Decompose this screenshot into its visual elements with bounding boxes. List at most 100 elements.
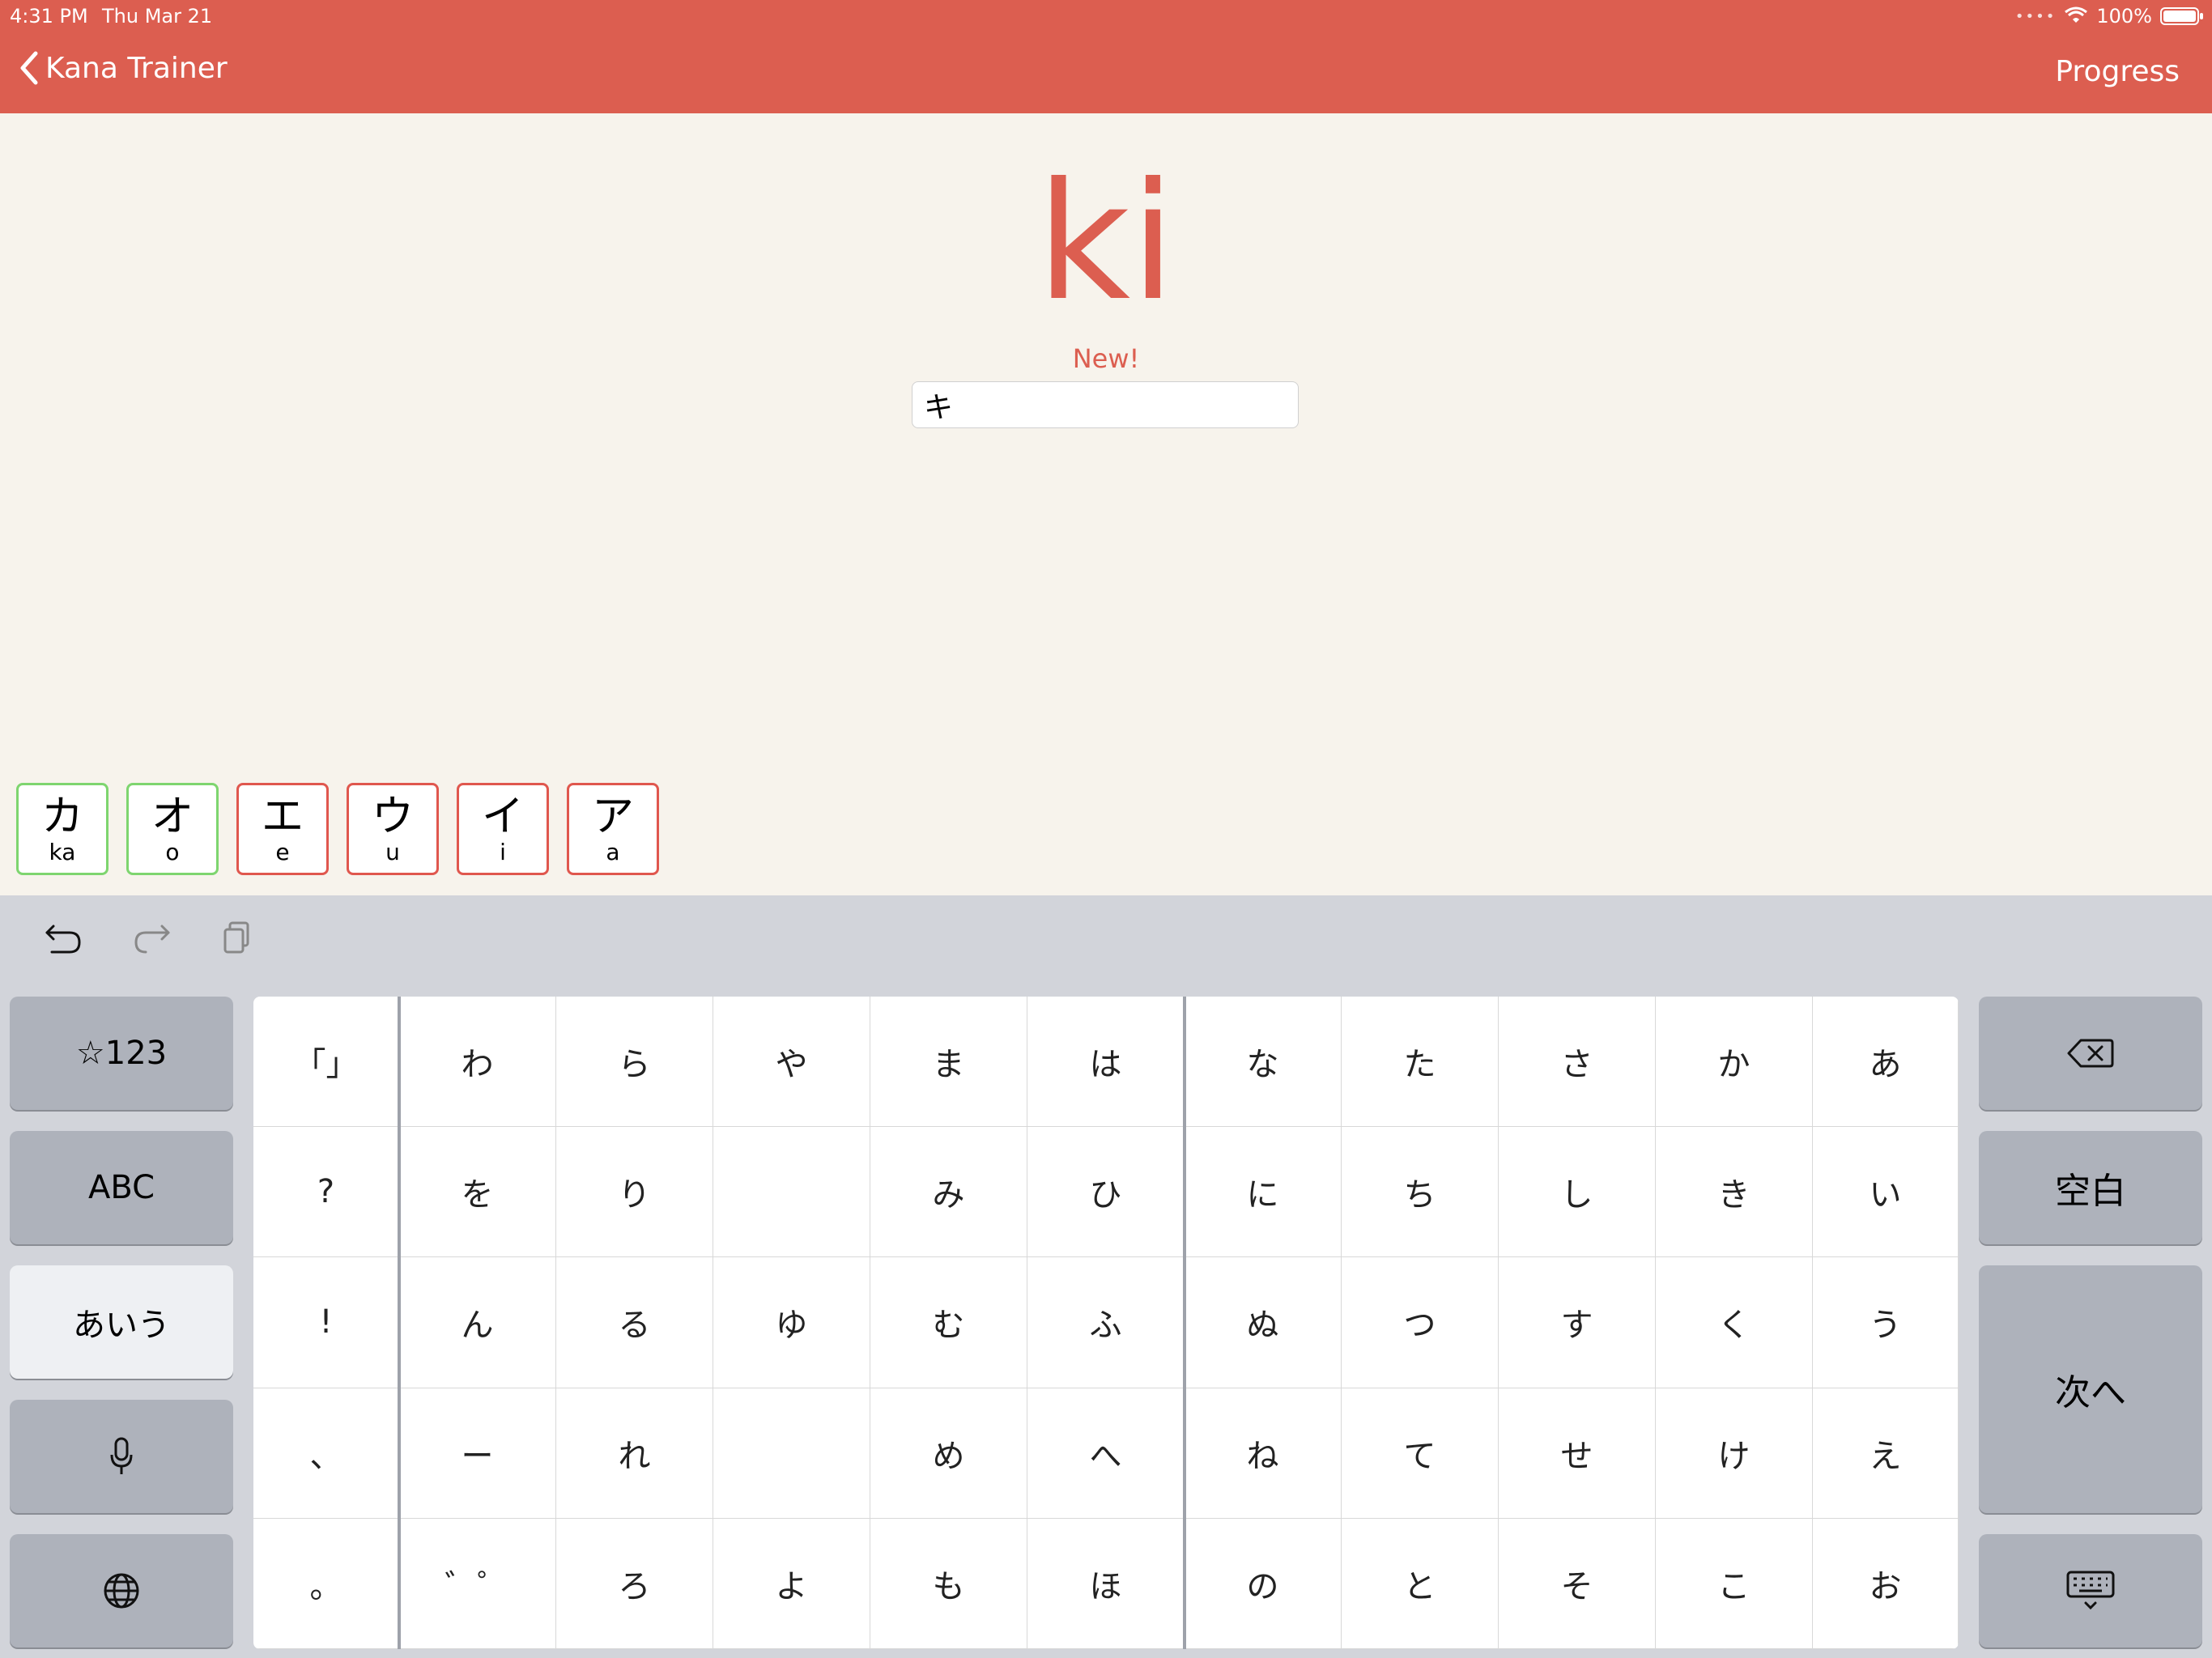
history-romaji: o — [165, 839, 180, 865]
kana-key[interactable]: ー — [399, 1388, 556, 1519]
history-romaji: e — [275, 839, 290, 865]
kana-key[interactable]: ! — [253, 1257, 399, 1388]
globe-key[interactable] — [10, 1534, 233, 1647]
signal-icon: •••• — [2014, 7, 2057, 25]
dismiss-keyboard-key[interactable] — [1979, 1534, 2202, 1647]
history-kana: エ — [261, 793, 304, 841]
kana-key[interactable]: や — [713, 997, 870, 1128]
history-card: エe — [236, 783, 329, 875]
kana-key[interactable]: あ — [1813, 997, 1959, 1128]
paste-icon[interactable] — [222, 920, 254, 955]
status-right: •••• 100% — [2015, 5, 2204, 28]
kana-key[interactable]: つ — [1342, 1257, 1499, 1388]
kana-key[interactable]: い — [1813, 1127, 1959, 1258]
kana-key[interactable]: ら — [556, 997, 713, 1128]
kana-key[interactable]: も — [870, 1518, 1027, 1649]
wifi-icon — [2065, 6, 2088, 23]
microphone-icon — [110, 1437, 133, 1474]
history-card: イi — [457, 783, 549, 875]
battery-percent: 100% — [2096, 5, 2152, 28]
kana-key[interactable]: て — [1342, 1388, 1499, 1519]
kana-key — [713, 1127, 870, 1258]
kana-key[interactable]: ち — [1342, 1127, 1499, 1258]
kana-key[interactable]: 「」 — [253, 997, 399, 1128]
chevron-left-icon — [20, 51, 38, 85]
kana-key[interactable]: う — [1813, 1257, 1959, 1388]
kana-key[interactable]: さ — [1499, 997, 1656, 1128]
kana-key[interactable]: こ — [1656, 1518, 1813, 1649]
abc-key[interactable]: ABC — [10, 1131, 233, 1244]
history-card: アa — [567, 783, 659, 875]
kana-key[interactable]: え — [1813, 1388, 1959, 1519]
kana-key[interactable]: の — [1185, 1518, 1342, 1649]
kana-key[interactable]: か — [1656, 997, 1813, 1128]
next-key[interactable]: 次へ — [1979, 1265, 2202, 1513]
kana-key[interactable]: は — [1027, 997, 1185, 1128]
history-kana: ウ — [371, 793, 414, 841]
prompt-romaji: ki — [1036, 148, 1176, 337]
keyboard-toolbar — [0, 895, 2212, 980]
kana-key[interactable]: せ — [1499, 1388, 1656, 1519]
kana-key[interactable]: ひ — [1027, 1127, 1185, 1258]
kana-key[interactable]: け — [1656, 1388, 1813, 1519]
kana-key — [713, 1388, 870, 1519]
kana-key[interactable]: し — [1499, 1127, 1656, 1258]
kana-key[interactable]: ま — [870, 997, 1027, 1128]
kana-key[interactable]: お — [1813, 1518, 1959, 1649]
kana-key[interactable]: ぬ — [1185, 1257, 1342, 1388]
kana-key[interactable]: よ — [713, 1518, 870, 1649]
delete-icon — [2067, 1039, 2114, 1068]
kana-key[interactable]: わ — [399, 997, 556, 1128]
kana-key[interactable]: ね — [1185, 1388, 1342, 1519]
kana-key[interactable]: き — [1656, 1127, 1813, 1258]
kana-key[interactable]: 。 — [253, 1518, 399, 1649]
history-card: カ ka — [16, 783, 108, 875]
numbers-key[interactable]: ☆123 — [10, 997, 233, 1110]
kana-key[interactable]: へ — [1027, 1388, 1185, 1519]
history-kana: オ — [151, 793, 194, 841]
kana-key[interactable]: く — [1656, 1257, 1813, 1388]
kana-key[interactable]: ふ — [1027, 1257, 1185, 1388]
keyboard: ☆123 ABC あいう 「」わらやまはなたさかあ? をり みひにちしきい! んるゆむ… — [0, 895, 2212, 1658]
progress-button[interactable]: Progress — [2055, 55, 2180, 88]
kana-key[interactable]: ろ — [556, 1518, 713, 1649]
undo-icon[interactable] — [44, 920, 84, 955]
history-romaji: u — [385, 839, 400, 865]
kana-key[interactable]: ゆ — [713, 1257, 870, 1388]
kana-mode-key[interactable]: あいう — [10, 1265, 233, 1379]
dictation-key[interactable] — [10, 1400, 233, 1513]
kana-key[interactable]: 、 — [253, 1388, 399, 1519]
grid-group-separator — [398, 997, 401, 1649]
kana-key[interactable]: な — [1185, 997, 1342, 1128]
keyboard-dismiss-icon — [2066, 1571, 2115, 1610]
kana-key[interactable]: ゛゜ — [399, 1518, 556, 1649]
kana-key[interactable]: と — [1342, 1518, 1499, 1649]
kana-key[interactable]: ほ — [1027, 1518, 1185, 1649]
kana-key[interactable]: り — [556, 1127, 713, 1258]
kana-key[interactable]: る — [556, 1257, 713, 1388]
back-button[interactable]: Kana Trainer — [18, 50, 228, 86]
status-time: 4:31 PM — [10, 5, 88, 28]
status-bar: 4:31 PM Thu Mar 21 •••• 100% — [0, 0, 2212, 32]
kana-key-grid: 「」わらやまはなたさかあ? をり みひにちしきい! んるゆむふぬつすくう、ーれ めへねて… — [253, 997, 1959, 1649]
kana-key[interactable]: に — [1185, 1127, 1342, 1258]
kana-key[interactable]: そ — [1499, 1518, 1656, 1649]
answer-history: カ ka オo エe ウu イi アa — [16, 783, 659, 875]
kana-key[interactable]: ? — [253, 1127, 399, 1258]
kana-key[interactable]: れ — [556, 1388, 713, 1519]
kana-key[interactable]: む — [870, 1257, 1027, 1388]
kana-key[interactable]: た — [1342, 997, 1499, 1128]
history-romaji: ka — [49, 839, 76, 865]
kana-key[interactable]: み — [870, 1127, 1027, 1258]
kana-key[interactable]: ん — [399, 1257, 556, 1388]
kana-key[interactable]: す — [1499, 1257, 1656, 1388]
redo-icon[interactable] — [131, 920, 172, 955]
answer-input[interactable] — [912, 381, 1299, 428]
history-card: ウu — [347, 783, 439, 875]
back-button-label: Kana Trainer — [45, 51, 228, 85]
kana-key[interactable]: を — [399, 1127, 556, 1258]
space-key[interactable]: 空白 — [1979, 1131, 2202, 1244]
history-kana: カ — [40, 793, 83, 841]
delete-key[interactable] — [1979, 997, 2202, 1110]
kana-key[interactable]: め — [870, 1388, 1027, 1519]
